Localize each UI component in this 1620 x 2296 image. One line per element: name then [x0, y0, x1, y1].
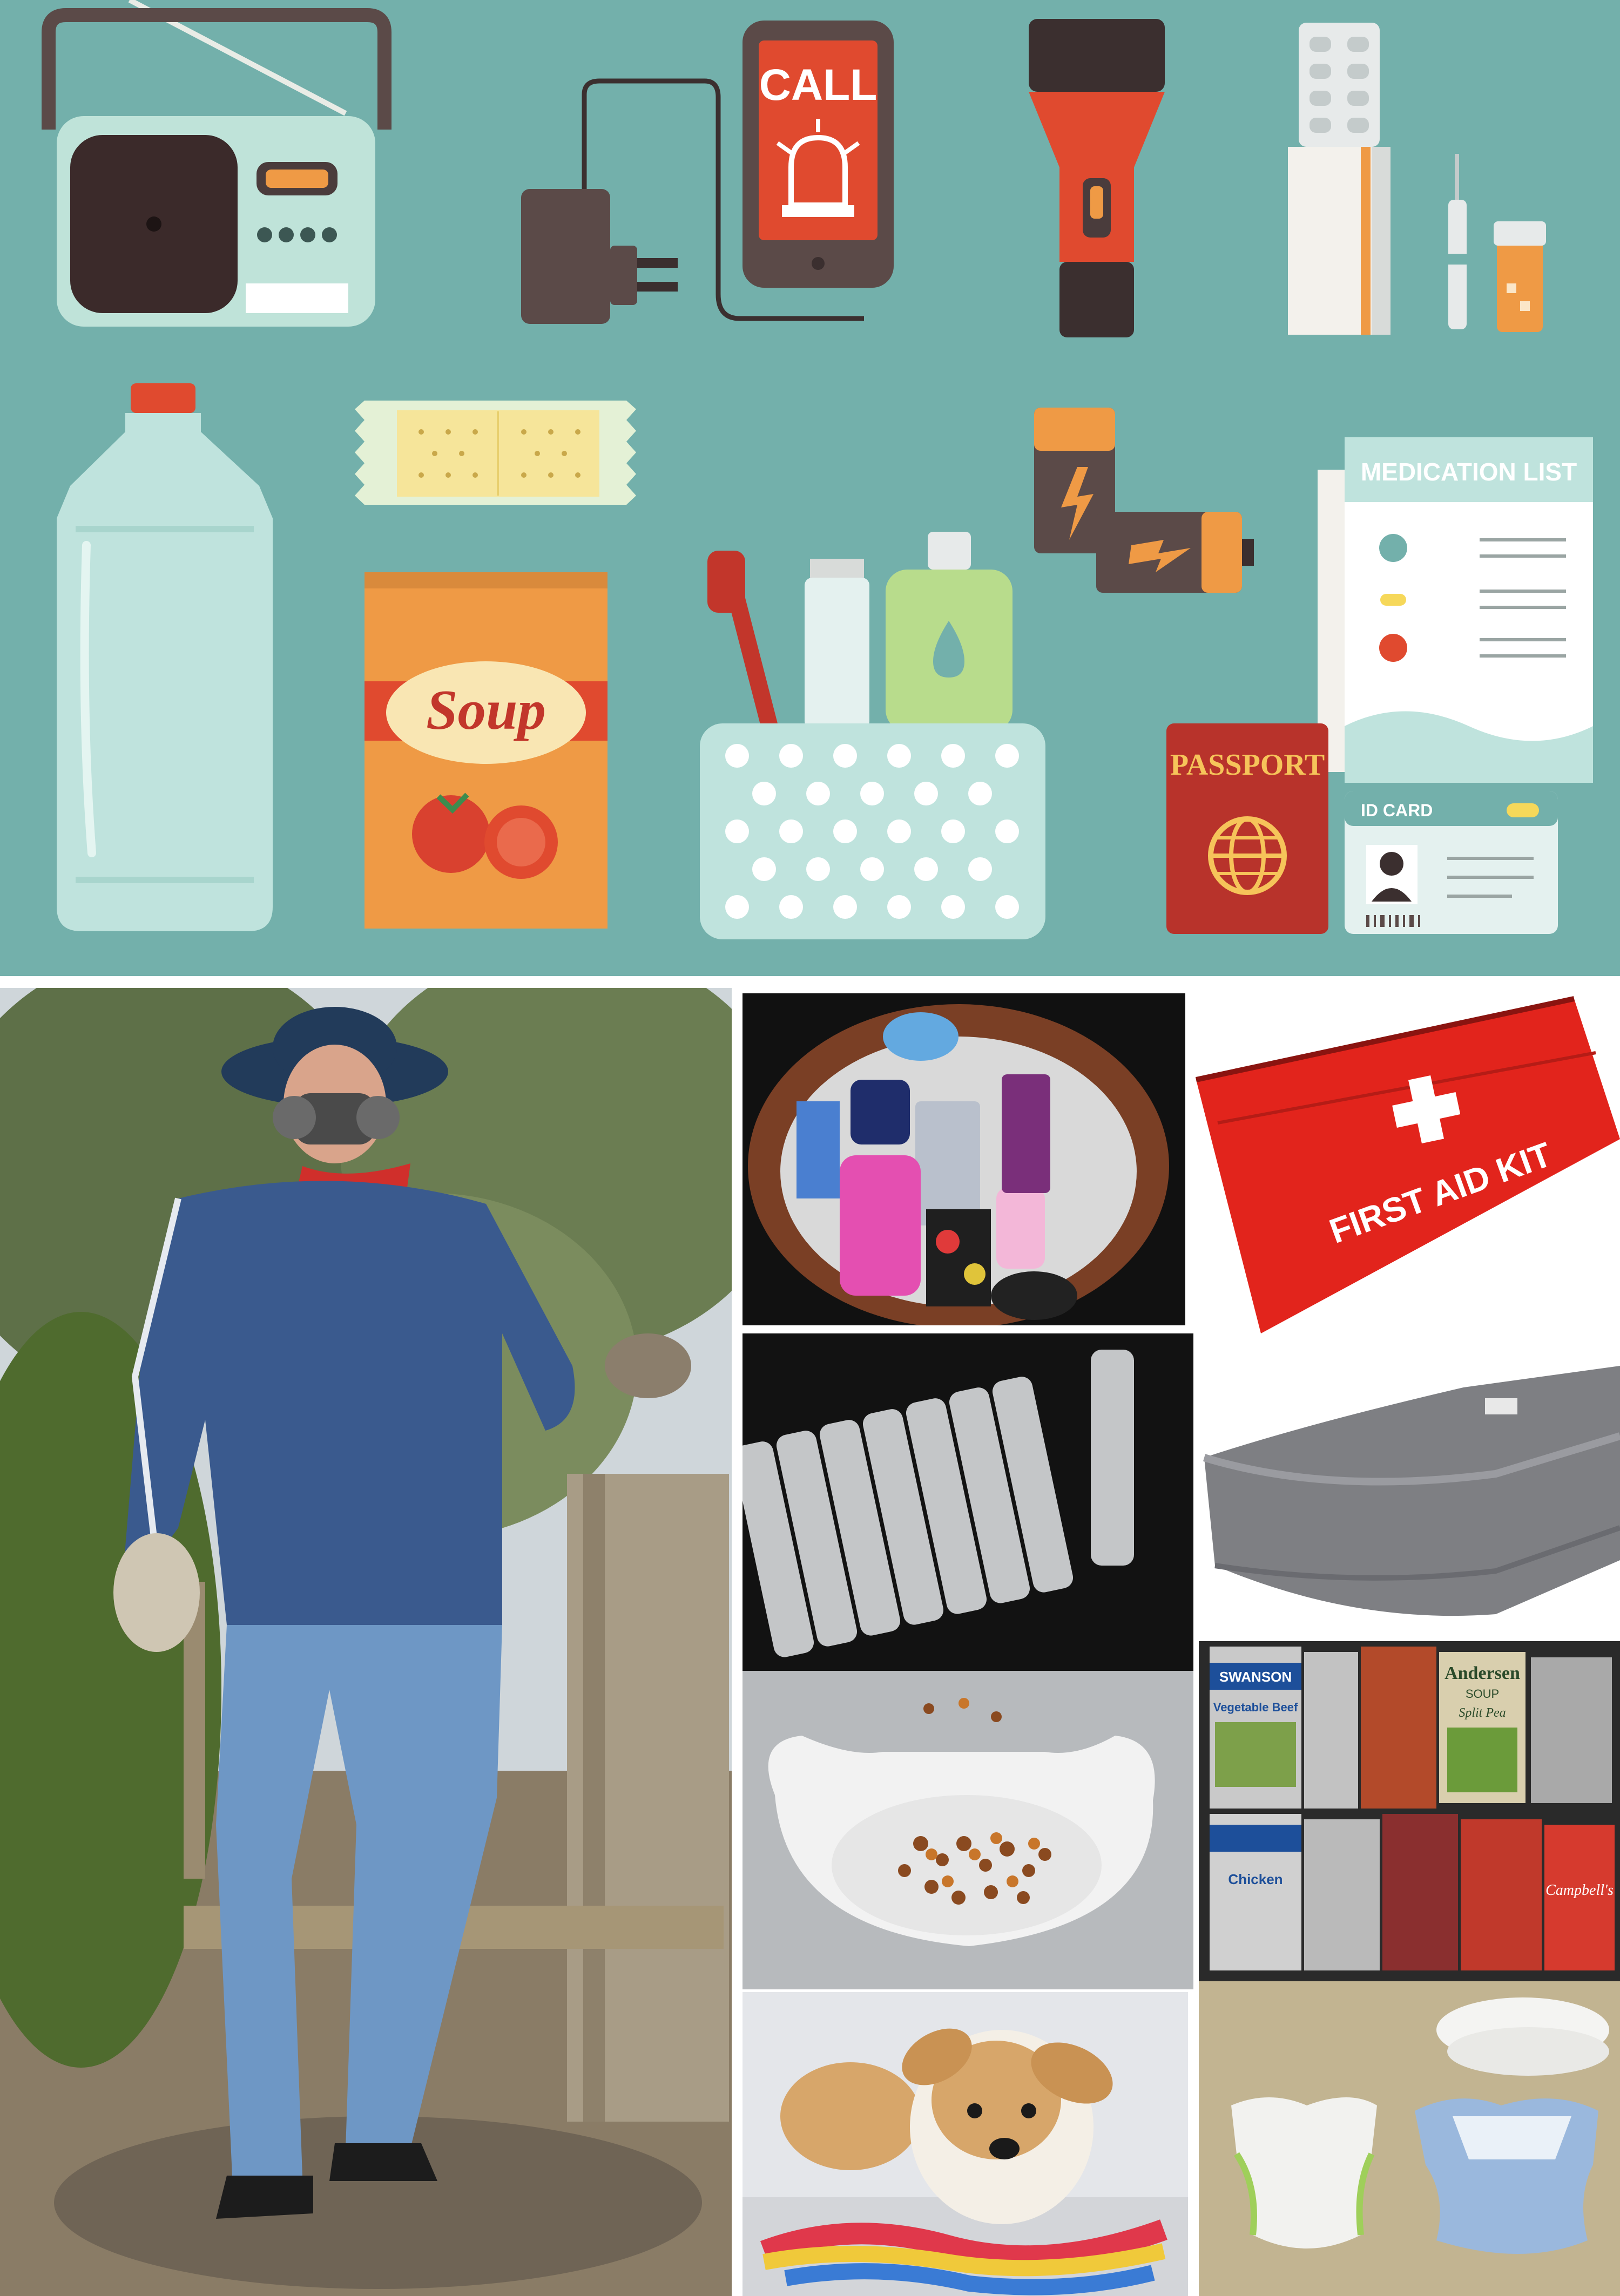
ampoules-scene	[742, 1333, 1193, 1671]
photo-cloth-diapers	[1199, 1981, 1620, 2296]
call-label: CALL	[759, 60, 878, 110]
puppy-scene	[742, 1992, 1188, 2296]
handbag-scene	[742, 993, 1185, 1325]
man-respirator-scene	[0, 988, 732, 2296]
photo-man-with-respirator	[0, 988, 732, 2296]
photo-pet-food-bowl	[742, 1671, 1193, 1989]
passport-label: PASSPORT	[1170, 748, 1325, 782]
passport-icon: PASSPORT	[1166, 723, 1328, 934]
photo-handbag-contents	[742, 993, 1185, 1325]
can-label-1: Vegetable Beef	[1213, 1701, 1298, 1714]
photo-wool-blanket	[1193, 1333, 1620, 1636]
can-brand-2: Andersen	[1444, 1663, 1520, 1683]
batteries-icon	[1034, 408, 1254, 593]
flashlight-icon	[1029, 19, 1165, 337]
cracker-icon	[355, 401, 636, 505]
blanket-scene	[1193, 1333, 1620, 1636]
toiletries-bag-icon	[700, 532, 1045, 939]
soup-can-icon: Soup	[364, 572, 608, 929]
water-bottle-icon	[57, 383, 273, 931]
id-card-label: ID CARD	[1361, 801, 1433, 820]
can-label-4: Split Pea	[1459, 1706, 1506, 1720]
medicine-icon	[1288, 23, 1546, 335]
illustration-canvas: CALL Soup MEDICATION LIST PASSPORT ID CA…	[42, 0, 1593, 939]
can-label-2: Chicken	[1228, 1871, 1282, 1887]
photo-canned-food: SWANSON Vegetable Beef Andersen SOUP Spl…	[1199, 1641, 1620, 1981]
radio-icon	[42, 0, 392, 327]
canned-food-scene: SWANSON Vegetable Beef Andersen SOUP Spl…	[1199, 1641, 1620, 1981]
emergency-kit-illustration: CALL Soup MEDICATION LIST PASSPORT ID CA…	[0, 0, 1620, 976]
photo-water-ampoules	[742, 1333, 1193, 1671]
can-brand-3: Campbell's	[1545, 1882, 1614, 1899]
soup-label: Soup	[426, 678, 546, 741]
photo-puppy-with-toy	[742, 1992, 1188, 2296]
phone-icon: CALL	[742, 21, 894, 288]
pet-food-scene	[742, 1671, 1193, 1989]
can-brand-1: SWANSON	[1219, 1669, 1292, 1685]
id-card-icon: ID CARD	[1345, 791, 1558, 934]
can-label-3: SOUP	[1466, 1687, 1499, 1701]
diapers-scene	[1199, 1981, 1620, 2296]
first-aid-kit-scene: FIRST AID KIT	[1185, 988, 1620, 1333]
medication-list-icon: MEDICATION LIST	[1318, 437, 1593, 783]
medication-list-title: MEDICATION LIST	[1361, 458, 1577, 486]
photo-first-aid-kit: FIRST AID KIT	[1185, 988, 1620, 1333]
